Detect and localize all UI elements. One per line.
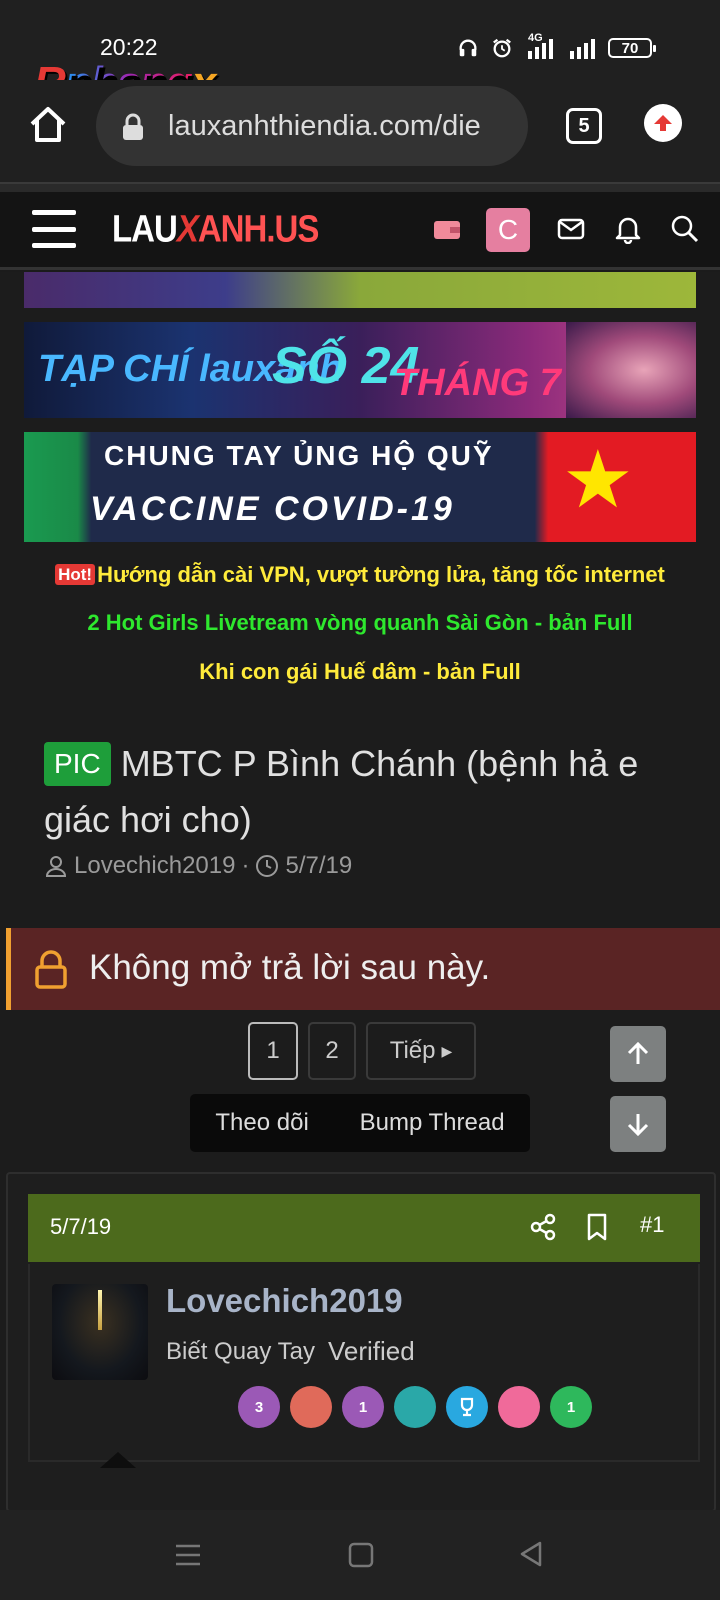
banner-partial[interactable]	[24, 272, 696, 308]
promo-link-hue[interactable]: Khi con gái Huế dâm - bản Full	[0, 659, 720, 685]
thread-action-bar: Theo dõi Bump Thread	[190, 1094, 530, 1152]
trophy-badge[interactable]	[394, 1386, 436, 1428]
thread-meta: Lovechich2019 · 5/7/19	[44, 852, 352, 880]
post-user-title: Biết Quay Tay	[166, 1338, 315, 1365]
post-user-info: Lovechich2019 Biết Quay Tay Verified 3 1…	[28, 1264, 700, 1468]
tab-switcher-button[interactable]: 5	[566, 108, 602, 144]
meta-separator: ·	[241, 852, 250, 879]
trophy-list: 3 1 1	[238, 1386, 592, 1428]
user-icon	[45, 856, 67, 877]
promo-link-vpn[interactable]: Hot! Hướng dẫn cài VPN, vượt tường lửa, t…	[0, 562, 720, 588]
thread-date[interactable]: 5/7/19	[285, 852, 352, 880]
trophy-badge[interactable]	[290, 1386, 332, 1428]
page-2-button[interactable]: 2	[308, 1022, 356, 1080]
next-page-label: Tiếp	[389, 1037, 436, 1064]
post-user-avatar[interactable]	[52, 1284, 148, 1380]
recents-menu-icon[interactable]	[174, 1542, 202, 1568]
hamburger-menu-button[interactable]	[32, 210, 76, 248]
locked-notice: Không mở trả lời sau này.	[6, 928, 720, 1010]
signal-icon	[568, 36, 598, 60]
trophy-badge[interactable]: 1	[342, 1386, 384, 1428]
back-triangle-icon[interactable]	[518, 1540, 544, 1568]
user-avatar-button[interactable]: C	[486, 208, 530, 252]
arrow-up-icon	[627, 1041, 649, 1064]
post-date[interactable]: 5/7/19	[50, 1214, 111, 1240]
wallet-icon[interactable]	[432, 216, 462, 242]
banner-covid[interactable]: CHUNG TAY ỦNG HỘ QUỸ VACCINE COVID-19 ★	[24, 432, 696, 542]
lock-icon	[35, 950, 67, 989]
pagination: 1 2 Tiếp ▶	[248, 1022, 476, 1080]
logo-x: X	[176, 207, 199, 250]
post-pointer	[100, 1452, 136, 1468]
signal-4g-icon: 4G	[524, 32, 558, 60]
post-username[interactable]: Lovechich2019	[166, 1282, 403, 1320]
toolbar-separator	[0, 182, 720, 192]
trophy-cup-icon[interactable]	[446, 1386, 488, 1428]
star-icon: ★	[562, 435, 634, 524]
post-user-verified: Verified	[328, 1336, 415, 1366]
post-header: 5/7/19 #1	[28, 1194, 700, 1262]
covid-line1: CHUNG TAY ỦNG HỘ QUỸ	[104, 440, 494, 471]
site-logo[interactable]: LAUXANH.US	[112, 207, 320, 251]
covid-line2: VACCINE COVID-19	[90, 490, 455, 528]
thread-author[interactable]: Lovechich2019	[74, 852, 235, 880]
address-bar[interactable]: lauxanhthiendia.com/die	[96, 86, 528, 166]
system-navigation-bar	[0, 1510, 720, 1600]
trophy-badge[interactable]: 1	[550, 1386, 592, 1428]
scroll-top-button[interactable]	[610, 1026, 666, 1082]
share-icon[interactable]	[528, 1212, 558, 1242]
bookmark-icon[interactable]	[584, 1212, 610, 1242]
alarm-icon	[490, 36, 514, 60]
status-clock: 20:22	[100, 34, 158, 60]
post-number[interactable]: #1	[640, 1212, 664, 1238]
headphones-icon	[456, 36, 480, 60]
home-button[interactable]	[26, 102, 70, 146]
hot-badge: Hot!	[55, 564, 96, 585]
search-icon[interactable]	[670, 214, 700, 244]
logo-lau: LAU	[112, 207, 178, 250]
browser-toolbar: lauxanhthiendia.com/die 5	[0, 80, 720, 182]
arrow-up-icon	[654, 115, 672, 131]
site-header: LAUXANH.US C	[0, 192, 720, 270]
banner-magazine[interactable]: TẠP CHÍ lauxanh SỐ 24 THÁNG 7	[24, 322, 696, 418]
arrow-down-icon	[627, 1114, 649, 1137]
home-icon	[30, 107, 66, 142]
bell-icon[interactable]	[614, 214, 642, 244]
trophy-badge[interactable]: 3	[238, 1386, 280, 1428]
post-1: 5/7/19 #1 Lovechich2019 Biết Quay Tay Ve…	[6, 1172, 716, 1510]
locked-message: Không mở trả lời sau này.	[89, 948, 491, 987]
home-square-icon[interactable]	[348, 1542, 374, 1568]
thread-prefix-badge[interactable]: PIC	[44, 742, 111, 786]
banner-model-image	[566, 322, 696, 418]
lock-icon	[123, 113, 143, 140]
status-icons: 4G 70	[456, 32, 656, 60]
promo-link-vpn-text: Hướng dẫn cài VPN, vượt tường lửa, tăng …	[97, 562, 665, 587]
url-text: lauxanhthiendia.com/die	[168, 110, 481, 142]
chevron-right-icon: ▶	[441, 1042, 453, 1059]
watch-thread-button[interactable]: Theo dõi	[215, 1109, 308, 1137]
scroll-bottom-button[interactable]	[610, 1096, 666, 1152]
page-1-button[interactable]: 1	[248, 1022, 298, 1080]
avatar-tower-image	[98, 1290, 102, 1330]
magazine-month: THÁNG 7	[394, 362, 561, 404]
trophy-badge[interactable]	[498, 1386, 540, 1428]
clock-icon	[256, 855, 279, 877]
promo-link-livestream[interactable]: 2 Hot Girls Livetream vòng quanh Sài Gòn…	[0, 610, 720, 636]
thread-title: PIC MBTC P Bình Chánh (bệnh hả e giác hơi…	[44, 736, 684, 848]
next-page-button[interactable]: Tiếp ▶	[366, 1022, 476, 1080]
upload-button[interactable]	[644, 104, 682, 142]
battery-icon: 70	[608, 38, 656, 58]
status-bar: 20:22 4G 70 Rphangx	[0, 0, 720, 107]
mail-icon[interactable]	[556, 216, 586, 242]
logo-rest: ANH.US	[197, 207, 320, 250]
bump-thread-button[interactable]: Bump Thread	[360, 1109, 505, 1137]
network-type: 4G	[528, 32, 543, 44]
page-content: TẠP CHÍ lauxanh SỐ 24 THÁNG 7 CHUNG TAY …	[0, 272, 720, 1510]
thread-title-text: MBTC P Bình Chánh (bệnh hả e giác hơi ch…	[44, 743, 639, 840]
